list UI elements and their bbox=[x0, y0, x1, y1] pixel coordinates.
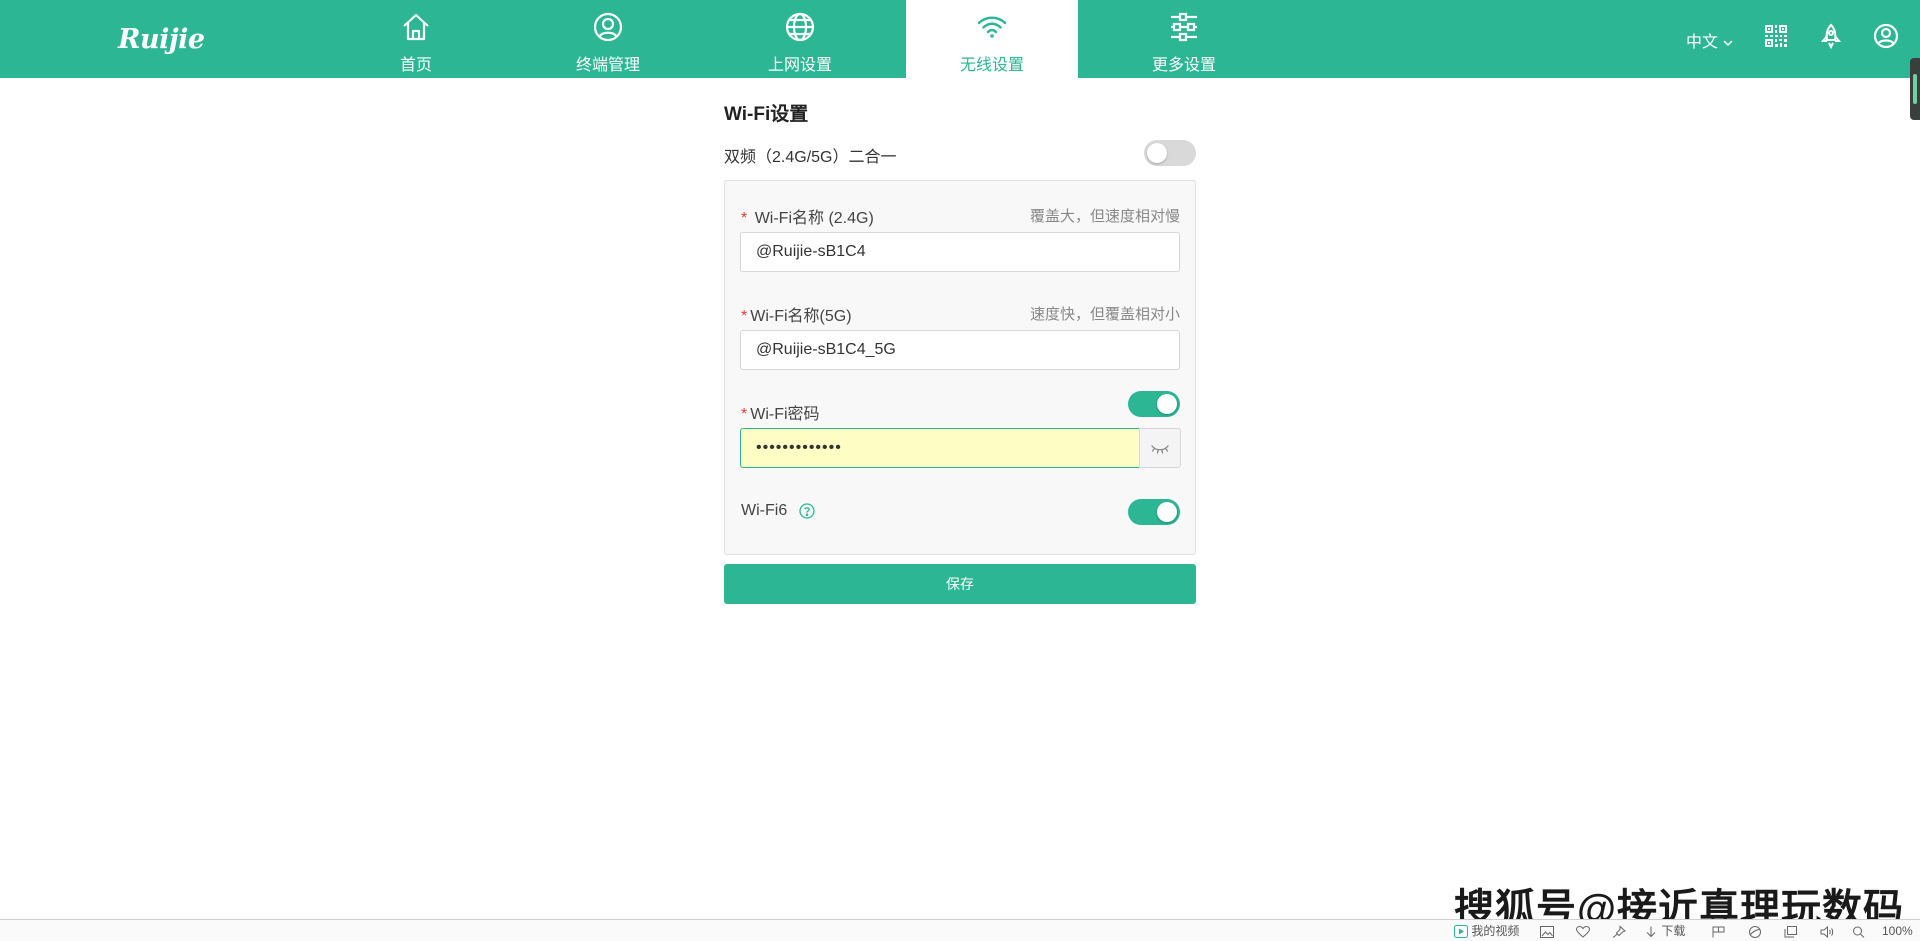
password-input[interactable] bbox=[740, 428, 1139, 468]
ssid-24g-input[interactable] bbox=[740, 232, 1180, 272]
required-mark: * bbox=[741, 308, 748, 325]
account-icon[interactable] bbox=[1872, 22, 1900, 50]
toggle-knob bbox=[1147, 143, 1167, 163]
required-mark: * bbox=[741, 406, 748, 423]
show-password-button[interactable] bbox=[1139, 428, 1181, 468]
language-selector[interactable]: 中文 bbox=[1686, 28, 1734, 51]
ssid-5g-input[interactable] bbox=[740, 330, 1180, 370]
help-icon[interactable] bbox=[799, 503, 815, 519]
side-panel-handle[interactable] bbox=[1910, 58, 1920, 120]
ssid-5g-label-text: Wi-Fi名称(5G) bbox=[750, 308, 852, 325]
password-label: * Wi-Fi密码 bbox=[741, 400, 820, 424]
language-label: 中文 bbox=[1686, 34, 1719, 51]
wifi-settings-card: * Wi-Fi名称 (2.4G) 覆盖大，但速度相对慢 *Wi-Fi名称(5G)… bbox=[724, 180, 1196, 555]
user-circle-icon bbox=[593, 12, 623, 42]
download-icon bbox=[1646, 926, 1656, 938]
qr-code-icon[interactable] bbox=[1762, 22, 1790, 50]
ssid-24g-hint: 覆盖大，但速度相对慢 bbox=[1029, 208, 1180, 225]
flag-icon[interactable] bbox=[1712, 924, 1726, 940]
save-button[interactable]: 保存 bbox=[724, 564, 1196, 604]
download-label: 下载 bbox=[1661, 924, 1686, 938]
nav-terminal-management[interactable]: 终端管理 bbox=[522, 0, 694, 78]
dual-band-label: 双频（2.4G/5G）二合一 bbox=[724, 149, 897, 166]
ssid-5g-label: * Wi-Fi名称(5G) bbox=[741, 302, 852, 326]
ssid-5g-hint: 速度快，但覆盖相对小 bbox=[1029, 306, 1180, 323]
ssid-24g-label: * Wi-Fi名称 (2.4G) bbox=[741, 204, 874, 228]
browser-icon[interactable] bbox=[1748, 924, 1762, 940]
heart-icon[interactable] bbox=[1576, 924, 1590, 940]
required-mark: * bbox=[741, 210, 748, 227]
eye-closed-icon bbox=[1151, 445, 1169, 454]
my-video-label: 我的视频 bbox=[1471, 924, 1520, 938]
nav-internet-settings[interactable]: 上网设置 bbox=[714, 0, 886, 78]
toggle-knob bbox=[1157, 502, 1177, 522]
window-icon[interactable] bbox=[1784, 924, 1798, 940]
my-video-button[interactable]: 我的视频 bbox=[1454, 923, 1519, 939]
volume-icon[interactable] bbox=[1820, 924, 1834, 940]
nav-wireless-label: 无线设置 bbox=[959, 57, 1024, 74]
chevron-down-icon bbox=[1723, 40, 1733, 46]
zoom-icon[interactable] bbox=[1852, 924, 1866, 940]
page-title: Wi-Fi设置 bbox=[724, 104, 809, 125]
ssid-24g-label-text: Wi-Fi名称 (2.4G) bbox=[754, 210, 874, 227]
password-toggle[interactable] bbox=[1128, 391, 1180, 417]
play-icon bbox=[1454, 925, 1468, 938]
wifi6-label: Wi-Fi6 bbox=[741, 502, 788, 519]
pin-icon[interactable] bbox=[1612, 924, 1626, 940]
globe-icon bbox=[785, 12, 815, 42]
download-button[interactable]: 下载 bbox=[1644, 923, 1685, 939]
ruijie-logo[interactable]: Ruijie bbox=[118, 24, 205, 55]
rocket-icon[interactable] bbox=[1817, 22, 1845, 50]
image-icon[interactable] bbox=[1540, 924, 1554, 940]
wifi6-toggle[interactable] bbox=[1128, 499, 1180, 525]
password-label-text: Wi-Fi密码 bbox=[750, 406, 820, 423]
top-navigation-bar: Ruijie 首页 终端管理 上网设置 无线设置 更多设置 中文 bbox=[0, 0, 1920, 78]
nav-home-label: 首页 bbox=[399, 57, 432, 74]
nav-internet-label: 上网设置 bbox=[767, 57, 832, 74]
nav-more-settings[interactable]: 更多设置 bbox=[1098, 0, 1270, 78]
nav-home[interactable]: 首页 bbox=[330, 0, 502, 78]
zoom-level[interactable]: 100% bbox=[1882, 923, 1913, 939]
wifi-icon bbox=[977, 16, 1007, 38]
nav-wireless-settings[interactable]: 无线设置 bbox=[906, 0, 1078, 78]
toggle-knob bbox=[1157, 394, 1177, 414]
nav-terminal-label: 终端管理 bbox=[575, 57, 640, 74]
dual-band-toggle[interactable] bbox=[1144, 140, 1196, 166]
browser-status-bar: 我的视频 下载 100% bbox=[0, 919, 1920, 941]
home-icon bbox=[403, 13, 429, 41]
nav-more-label: 更多设置 bbox=[1151, 57, 1216, 74]
sliders-icon bbox=[1171, 12, 1197, 42]
